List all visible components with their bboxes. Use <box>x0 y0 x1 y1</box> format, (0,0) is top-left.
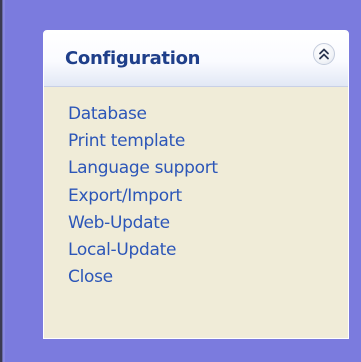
window-left-edge <box>0 0 5 362</box>
configuration-panel: Configuration Database Print template La… <box>43 30 349 339</box>
chevron-double-up-icon <box>319 48 329 60</box>
collapse-button[interactable] <box>313 43 335 65</box>
menu-item-close[interactable]: Close <box>68 264 218 291</box>
menu-item-print-template[interactable]: Print template <box>68 128 218 155</box>
menu-item-web-update[interactable]: Web-Update <box>68 210 218 237</box>
menu-item-language-support[interactable]: Language support <box>68 155 218 182</box>
panel-header: Configuration <box>44 31 348 87</box>
menu-item-local-update[interactable]: Local-Update <box>68 237 218 264</box>
panel-title: Configuration <box>65 48 201 69</box>
menu-item-database[interactable]: Database <box>68 101 218 128</box>
menu-item-export-import[interactable]: Export/Import <box>68 183 218 210</box>
configuration-menu: Database Print template Language support… <box>68 101 218 291</box>
